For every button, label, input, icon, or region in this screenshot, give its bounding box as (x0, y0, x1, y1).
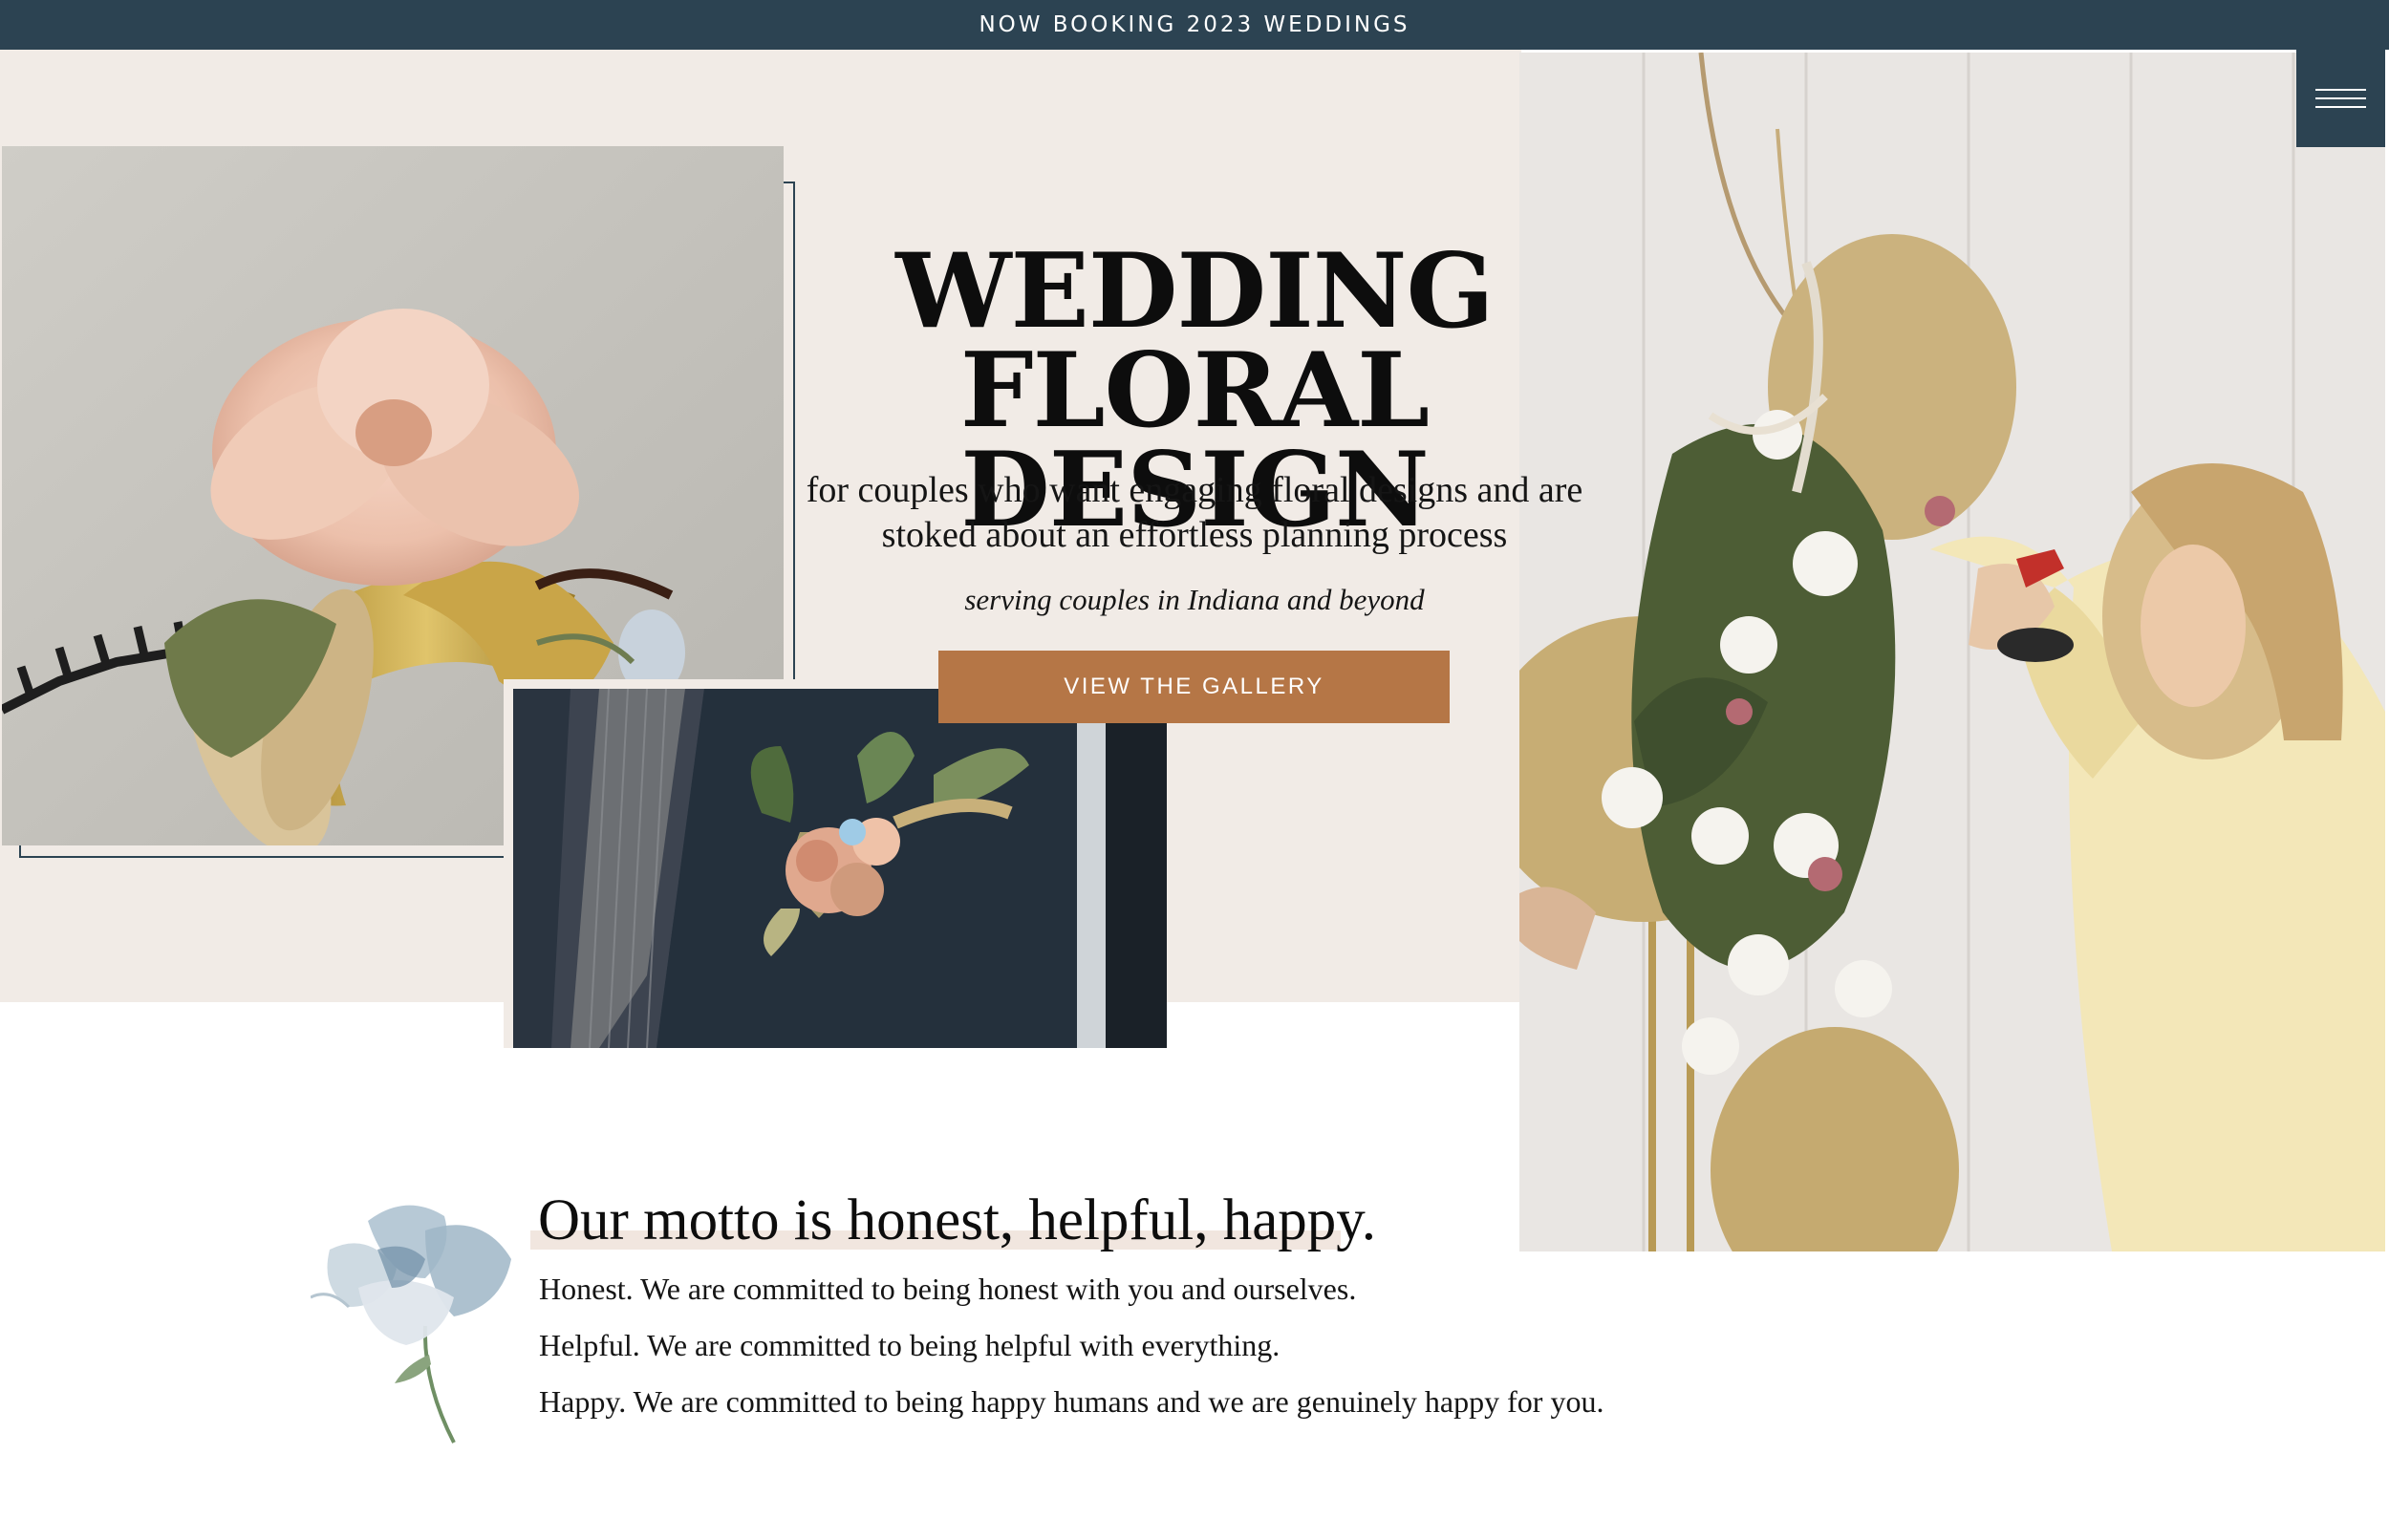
menu-bar (2315, 89, 2366, 91)
motto-happy: Happy. We are committed to being happy h… (539, 1384, 1604, 1419)
view-gallery-button[interactable]: VIEW THE GALLERY (938, 651, 1450, 723)
motto-honest: Honest. We are committed to being honest… (539, 1272, 1357, 1306)
hero-title-line1: WEDDING FLORAL (895, 231, 1494, 451)
hero-subtitle-line2: stoked about an effortless planning proc… (881, 515, 1508, 555)
hero-subtitle-line1: for couples who want engaging floral des… (806, 470, 1583, 510)
watercolor-flower-illustration (310, 1192, 523, 1448)
service-area-text: serving couples in Indiana and beyond (964, 583, 1425, 616)
hero-subtitle: for couples who want engaging floral des… (707, 468, 1682, 558)
boutonniere-photo (513, 689, 1167, 1048)
announcement-bar: NOW BOOKING 2023 WEDDINGS (0, 0, 2389, 50)
floral-arch-photo (1519, 53, 2385, 1251)
menu-bar (2315, 97, 2366, 99)
hamburger-menu-icon[interactable] (2296, 50, 2385, 147)
motto-title: Our motto is honest, helpful, happy. (538, 1188, 1377, 1252)
menu-bar (2315, 106, 2366, 108)
motto-helpful: Helpful. We are committed to being helpf… (539, 1328, 1281, 1362)
announcement-text: NOW BOOKING 2023 WEDDINGS (979, 12, 1410, 37)
